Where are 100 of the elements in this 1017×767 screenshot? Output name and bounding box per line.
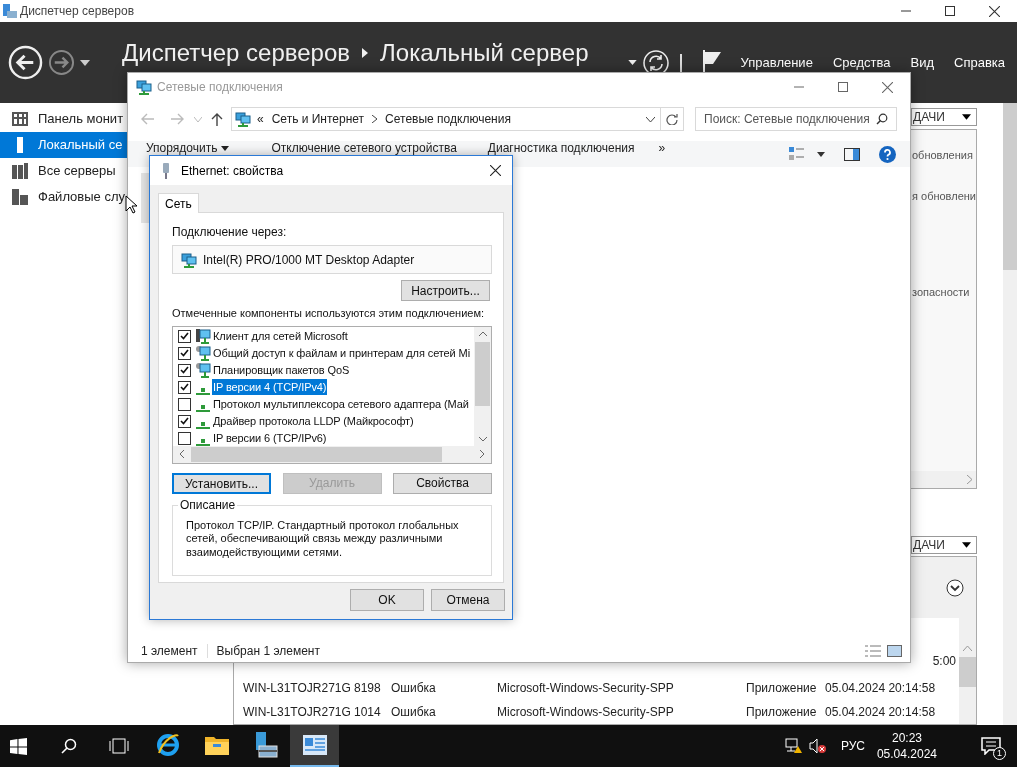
- horizontal-scrollbar[interactable]: [173, 445, 491, 463]
- property-text: зопасности: [912, 285, 971, 300]
- component-item[interactable]: Драйвер протокола LLDP (Майкрософт): [173, 412, 474, 430]
- server-manager-icon: [2, 4, 17, 18]
- command-button[interactable]: Отключение сетевого устройства: [271, 142, 457, 155]
- browser-icon: [155, 733, 180, 757]
- file-server-icon: [12, 189, 28, 205]
- address-caret-icon[interactable]: [646, 116, 655, 122]
- path-separator-icon[interactable]: [372, 115, 378, 123]
- action-button[interactable]: Свойства: [393, 472, 492, 494]
- command-button[interactable]: Диагностика подключения: [487, 142, 635, 155]
- component-item[interactable]: Общий доступ к файлам и принтерам для сетей Mi: [173, 344, 474, 362]
- window-title: Диспетчер серверов: [20, 3, 135, 20]
- sidebar-item[interactable]: Все серверы: [0, 158, 127, 184]
- component-item[interactable]: IP версии 4 (TCP/IPv4): [173, 378, 474, 396]
- menu-item[interactable]: Справка: [954, 52, 1005, 73]
- caret-icon: [221, 146, 230, 151]
- network-protocol-icon: [195, 420, 211, 429]
- sidebar-item[interactable]: Панель монит: [0, 106, 127, 132]
- monitor-icon: [195, 328, 211, 344]
- monitor-gear-icon: [195, 362, 211, 378]
- component-item[interactable]: Протокол мультиплексора сетевого адаптера (Май: [173, 395, 474, 413]
- taskbar-app[interactable]: [290, 725, 339, 767]
- event-row[interactable]: WIN-L31TOJR271G 1014 Ошибка Microsoft-Windows-Security-SPP Приложение 05.04.2024 20:14:58: [234, 700, 959, 724]
- start-icon[interactable]: [10, 737, 27, 755]
- path-segment[interactable]: Сетевые подключения: [385, 110, 511, 128]
- configure-button[interactable]: Настроить...: [401, 280, 490, 301]
- scroll-left-icon[interactable]: [179, 450, 184, 458]
- breadcrumb-item[interactable]: Диспетчер серверов: [122, 39, 351, 66]
- checkbox[interactable]: [178, 431, 191, 445]
- refresh-icon[interactable]: [666, 113, 678, 125]
- search-field[interactable]: Поиск: Сетевые подключения: [695, 107, 897, 131]
- checkbox[interactable]: [178, 346, 191, 360]
- tab[interactable]: Сеть: [158, 193, 199, 213]
- close-icon[interactable]: [490, 165, 501, 176]
- vertical-scrollbar[interactable]: [474, 326, 491, 446]
- property-text: обновления: [912, 148, 974, 163]
- component-item[interactable]: Клиент для сетей Microsoft: [173, 327, 474, 345]
- close-icon[interactable]: [989, 5, 1000, 17]
- tasks-dropdown[interactable]: ДАЧИ: [911, 108, 977, 126]
- speaker-muted-icon[interactable]: [808, 738, 827, 754]
- large-icons-view-icon[interactable]: [887, 645, 902, 657]
- view-options-icon[interactable]: [789, 147, 805, 161]
- table-cell-text: Ошибка: [391, 680, 437, 697]
- maximize-icon[interactable]: [838, 82, 848, 92]
- checkbox[interactable]: [178, 397, 191, 411]
- command-button[interactable]: Упорядочить: [146, 142, 230, 155]
- language-indicator[interactable]: РУС: [840, 737, 865, 755]
- sidebar-item[interactable]: Файловые слу: [0, 184, 127, 210]
- checkbox[interactable]: [178, 414, 191, 428]
- table-cell-text: Microsoft-Windows-Security-SPP: [497, 704, 675, 721]
- menu-item[interactable]: Вид: [910, 52, 934, 73]
- network-monitor-icon: [181, 251, 197, 268]
- checkbox[interactable]: [178, 380, 191, 394]
- field-label: Подключение через:: [172, 224, 288, 241]
- network-protocol-icon: [195, 403, 211, 412]
- network-monitor-icon: [235, 111, 251, 127]
- path-segment[interactable]: Сеть и Интернет: [271, 110, 365, 128]
- more-commands-button[interactable]: »: [658, 142, 666, 155]
- clock[interactable]: 20:23 05.04.2024: [876, 730, 937, 762]
- task-view-icon[interactable]: [109, 738, 129, 754]
- status-text: 1 элемент: [141, 643, 198, 660]
- network-protocol-icon: [195, 386, 211, 395]
- scroll-up-icon[interactable]: [478, 330, 487, 336]
- menu-item[interactable]: Управление: [740, 52, 813, 73]
- preview-pane-icon[interactable]: [844, 147, 860, 161]
- page-scrollbar[interactable]: [1003, 103, 1017, 725]
- scroll-down-icon[interactable]: [478, 436, 487, 442]
- menu-item[interactable]: Средства: [832, 52, 891, 73]
- ok-button[interactable]: OK: [350, 589, 424, 611]
- component-item[interactable]: IP версии 6 (TCP/IPv6): [173, 429, 474, 446]
- table-cell-text: 05.04.2024 20:14:58: [825, 680, 937, 697]
- help-icon[interactable]: [879, 145, 896, 163]
- cancel-button[interactable]: Отмена: [431, 589, 505, 611]
- table-cell-text: 05.04.2024 20:14:58: [825, 704, 937, 721]
- dialog-title: Ethernet: свойства: [181, 162, 284, 180]
- checkbox[interactable]: [178, 329, 191, 343]
- search-icon[interactable]: [61, 738, 77, 754]
- network-warning-icon[interactable]: [784, 738, 803, 754]
- table-cell-text: Приложение: [746, 680, 818, 697]
- tasks-dropdown[interactable]: ДАЧИ: [911, 536, 977, 554]
- checkbox[interactable]: [178, 363, 191, 377]
- up-icon[interactable]: [211, 112, 223, 126]
- caret-icon: [962, 114, 971, 120]
- event-row[interactable]: WIN-L31TOJR271G 8198 Ошибка Microsoft-Windows-Security-SPP Приложение 05.04.2024 20:14:58: [234, 676, 959, 700]
- address-bar[interactable]: « Сеть и Интернет Сетевые подключения: [231, 107, 684, 131]
- view-caret-icon: [817, 151, 825, 157]
- sidebar-item[interactable]: Локальный се: [0, 132, 127, 158]
- check-icon: [180, 417, 189, 425]
- action-button[interactable]: Установить...: [172, 472, 271, 494]
- table-cell-text: 8198: [354, 680, 382, 697]
- scroll-right-icon[interactable]: [480, 450, 485, 458]
- expand-icon[interactable]: [946, 578, 964, 597]
- component-item[interactable]: Планировщик пакетов QoS: [173, 361, 474, 379]
- breadcrumb-item: Локальный сервер: [380, 39, 589, 66]
- vertical-scrollbar[interactable]: [959, 618, 976, 724]
- forward-icon[interactable]: [48, 49, 75, 76]
- maximize-icon[interactable]: [945, 6, 955, 16]
- table-cell-text: Ошибка: [391, 704, 437, 721]
- notifications-icon[interactable]: [981, 737, 1001, 755]
